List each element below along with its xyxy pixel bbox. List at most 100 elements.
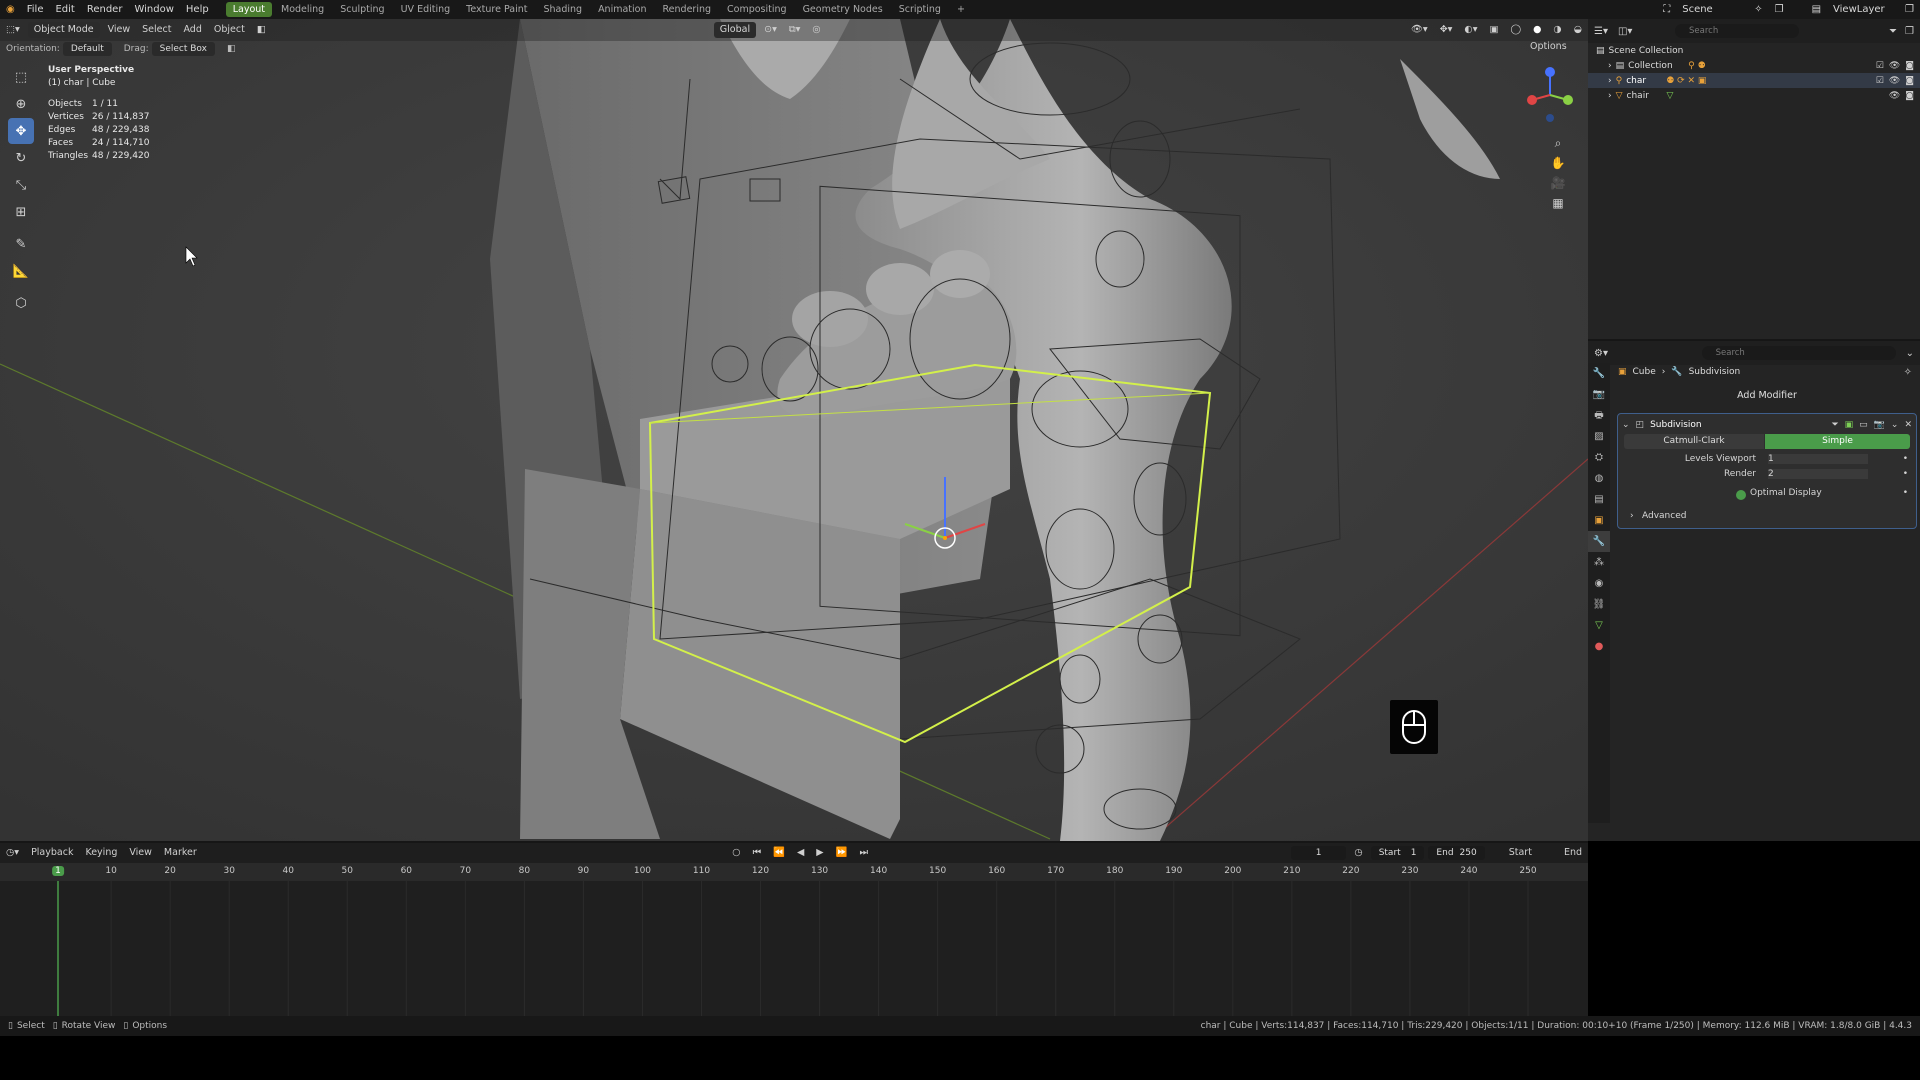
zoom-icon[interactable]: ⌕ [1548, 133, 1568, 153]
expand-icon[interactable]: › [1608, 61, 1612, 71]
levels-viewport-value[interactable]: 1 [1768, 454, 1868, 464]
cursor-icon[interactable]: ⊕ [8, 91, 34, 117]
render-icon[interactable]: ◙ [1905, 76, 1914, 86]
edit-mode-icon[interactable]: ⏷ [1831, 420, 1838, 430]
new-collection-icon[interactable]: ❐ [1905, 26, 1914, 37]
render-icon[interactable]: ◙ [1905, 91, 1914, 101]
close-icon[interactable]: ✕ [1904, 420, 1912, 430]
move-icon[interactable]: ✥ [8, 118, 34, 144]
object-tab-icon[interactable]: ▣ [1588, 510, 1610, 531]
tab-texture-paint[interactable]: Texture Paint [459, 2, 534, 17]
animate-dot-icon[interactable]: • [1903, 469, 1908, 479]
tool-tab-icon[interactable]: 🔧 [1588, 363, 1610, 384]
wireframe-shading-icon[interactable]: ◯ [1504, 22, 1527, 38]
material-shading-icon[interactable]: ◑ [1547, 22, 1567, 38]
menu-window[interactable]: Window [128, 0, 179, 19]
menu-view-timeline[interactable]: View [123, 845, 158, 861]
jump-start-icon[interactable]: ⏮ [747, 845, 768, 861]
editor-type-icon[interactable]: ⬚▾ [0, 22, 26, 38]
pin-icon[interactable]: ✧ [1904, 367, 1912, 378]
modifier-tab-icon[interactable]: 🔧 [1588, 531, 1610, 552]
scene-collection-row[interactable]: ▤ Scene Collection [1588, 43, 1920, 58]
expand-icon[interactable]: › [1608, 76, 1612, 86]
tab-animation[interactable]: Animation [591, 2, 653, 17]
menu-add[interactable]: Add [177, 22, 207, 38]
outliner-row-chair[interactable]: › ▽ chair ▽ 👁 ◙ [1588, 88, 1920, 103]
toggle-icon[interactable]: ◧ [251, 22, 272, 38]
rotate-icon[interactable]: ↻ [8, 145, 34, 171]
visibility-icon[interactable]: 👁▾ [1405, 22, 1434, 38]
timeline-ruler[interactable]: 1 10 20 30 40 50 60 70 80 90 100 110 120 130 140 150 160… [0, 863, 1588, 881]
camera-icon[interactable]: 🎥 [1548, 173, 1568, 193]
prev-keyframe-icon[interactable]: ⏪ [767, 845, 791, 861]
cage-icon[interactable]: ▣ [1845, 420, 1854, 430]
add-cube-icon[interactable]: ⬡ [8, 290, 34, 316]
particles-tab-icon[interactable]: ⁂ [1588, 552, 1610, 573]
grid-view-icon[interactable]: ▦ [1548, 193, 1568, 213]
next-keyframe-icon[interactable]: ⏩ [830, 845, 854, 861]
menu-marker[interactable]: Marker [158, 845, 203, 861]
render-levels-row[interactable]: Render 2 • [1618, 469, 1916, 484]
eye-icon[interactable]: 👁 [1889, 61, 1900, 71]
menu-edit[interactable]: Edit [49, 0, 80, 19]
add-modifier-button[interactable]: Add Modifier [1618, 387, 1916, 405]
menu-render[interactable]: Render [81, 0, 129, 19]
menu-help[interactable]: Help [180, 0, 215, 19]
mode-dropdown[interactable]: Object Mode [27, 22, 100, 38]
view-layer-tab-icon[interactable]: ▨ [1588, 426, 1610, 447]
options-dropdown[interactable]: Options [1530, 41, 1567, 52]
properties-search[interactable]: Search [1701, 346, 1896, 360]
output-tab-icon[interactable]: 🖶 [1588, 405, 1610, 426]
properties-editor-icon[interactable]: ⚙▾ [1594, 348, 1608, 359]
outliner-row-char[interactable]: › ⚲ char ⚉ ⟳ ✕ ▣ ☑ 👁 ◙ [1588, 73, 1920, 88]
eye-icon[interactable]: 👁 [1889, 76, 1900, 86]
simple-button[interactable]: Simple [1765, 434, 1910, 449]
chevron-down-icon[interactable]: ⌄ [1906, 348, 1914, 359]
constraints-tab-icon[interactable]: ⛓ [1588, 594, 1610, 615]
axis-gizmo-icon[interactable] [1510, 60, 1580, 130]
navigation-gizmo[interactable]: ⌕ ✋ 🎥 ▦ [1510, 60, 1580, 210]
dropdown-icon[interactable]: ⌄ [1891, 420, 1899, 430]
animate-dot-icon[interactable]: • [1903, 454, 1908, 464]
tab-shading[interactable]: Shading [536, 2, 589, 17]
end-frame-field[interactable]: End 250 [1428, 846, 1485, 860]
new-viewlayer-icon[interactable]: ❐ [1899, 0, 1920, 19]
tab-sculpting[interactable]: Sculpting [333, 2, 391, 17]
tool-options-icon[interactable]: ◧ [221, 44, 239, 54]
scene-selector[interactable]: Scene [1676, 0, 1748, 19]
tab-rendering[interactable]: Rendering [656, 2, 719, 17]
render-icon[interactable]: ◙ [1905, 61, 1914, 71]
proportional-icon[interactable]: ◎ [806, 22, 826, 38]
menu-file[interactable]: File [21, 0, 50, 19]
solid-shading-icon[interactable]: ● [1527, 22, 1547, 38]
pivot-icon[interactable]: ⊙▾ [758, 22, 783, 38]
tab-scripting[interactable]: Scripting [892, 2, 948, 17]
render-levels-value[interactable]: 2 [1768, 469, 1868, 479]
tab-modeling[interactable]: Modeling [274, 2, 331, 17]
advanced-subpanel[interactable]: › Advanced [1618, 511, 1916, 526]
eye-icon[interactable]: 👁 [1889, 91, 1900, 101]
viewport-display-icon[interactable]: ▭ [1859, 420, 1868, 430]
clock-icon[interactable]: ◷ [1348, 845, 1368, 861]
play-icon[interactable]: ▶ [810, 845, 829, 861]
animate-dot-icon[interactable]: • [1903, 488, 1908, 498]
data-tab-icon[interactable]: ▽ [1588, 615, 1610, 636]
menu-object[interactable]: Object [208, 22, 251, 38]
snap-icon[interactable]: ⧉▾ [783, 22, 807, 38]
scale-icon[interactable]: ⤡ [8, 172, 34, 198]
tab-geometry-nodes[interactable]: Geometry Nodes [796, 2, 890, 17]
transform-space-dropdown[interactable]: Global [713, 22, 757, 38]
levels-viewport-row[interactable]: Levels Viewport 1 • [1618, 454, 1916, 469]
collection-tab-icon[interactable]: ▤ [1588, 489, 1610, 510]
menu-select[interactable]: Select [136, 22, 177, 38]
tab-layout[interactable]: Layout [225, 2, 272, 17]
checkbox-icon[interactable]: ☑ [1876, 76, 1884, 86]
blender-logo-icon[interactable]: ◉ [0, 0, 21, 19]
transform-icon[interactable]: ⊞ [8, 199, 34, 225]
catmull-clark-button[interactable]: Catmull-Clark [1624, 434, 1764, 449]
rendered-shading-icon[interactable]: ◒ [1568, 22, 1588, 38]
current-frame-field[interactable]: 1 [1290, 846, 1347, 860]
menu-playback[interactable]: Playback [25, 845, 79, 861]
checkbox-icon[interactable]: ☑ [1876, 61, 1884, 71]
menu-view[interactable]: View [102, 22, 137, 38]
